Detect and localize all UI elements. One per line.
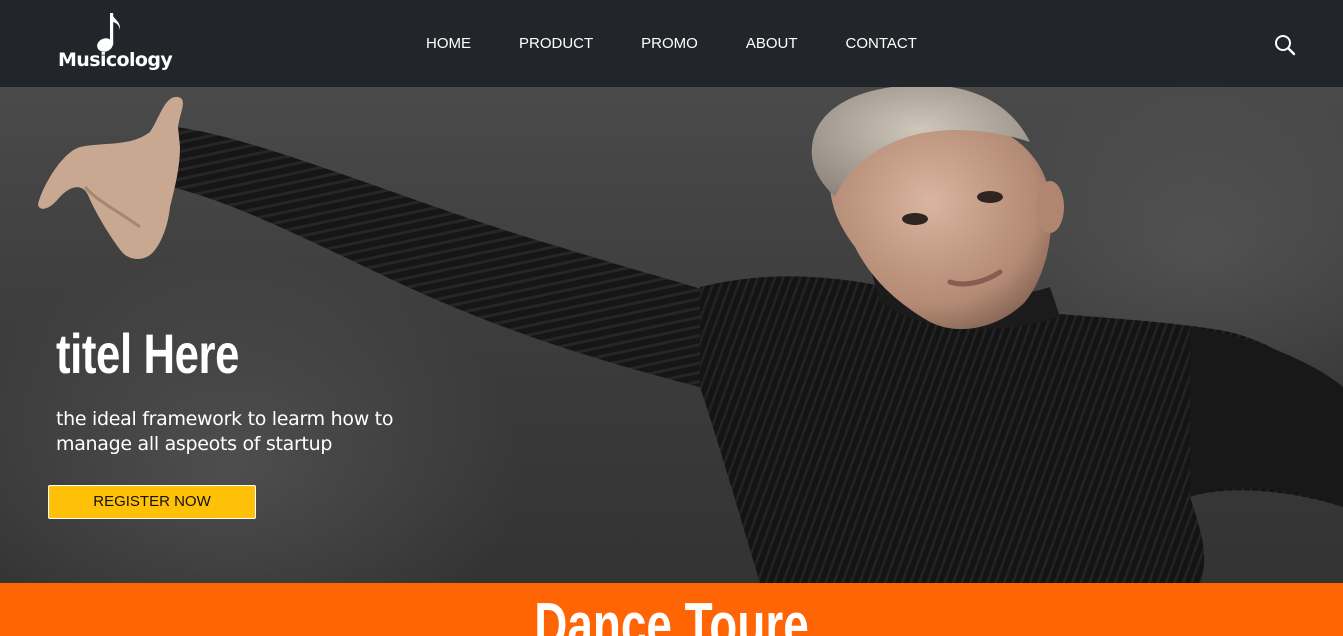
brand-logo[interactable]: Musicology xyxy=(58,10,173,76)
nav-promo[interactable]: PROMO xyxy=(641,33,698,55)
brand-name: Musicology xyxy=(58,49,173,71)
search-icon[interactable] xyxy=(1273,33,1297,57)
nav-product[interactable]: PRODUCT xyxy=(519,33,593,55)
nav-home[interactable]: HOME xyxy=(426,33,471,55)
hero-subtitle: the ideal framework to learm how to mana… xyxy=(56,408,394,455)
music-note-icon xyxy=(97,13,121,52)
navbar: Musicology HOME PRODUCT PROMO ABOUT CONT… xyxy=(0,0,1343,87)
section-title-text: Dance Toure xyxy=(534,591,809,636)
section-title: Dance Toure xyxy=(0,591,1343,636)
hero-title: titel Here xyxy=(56,322,240,385)
dance-tour-section: Dance Toure xyxy=(0,583,1343,636)
main-nav: HOME PRODUCT PROMO ABOUT CONTACT xyxy=(402,33,917,55)
nav-about[interactable]: ABOUT xyxy=(746,33,798,55)
nav-contact[interactable]: CONTACT xyxy=(846,33,917,55)
register-now-button[interactable]: REGISTER NOW xyxy=(48,485,256,519)
hero-banner: titel Here the ideal framework to learm … xyxy=(0,87,1343,583)
